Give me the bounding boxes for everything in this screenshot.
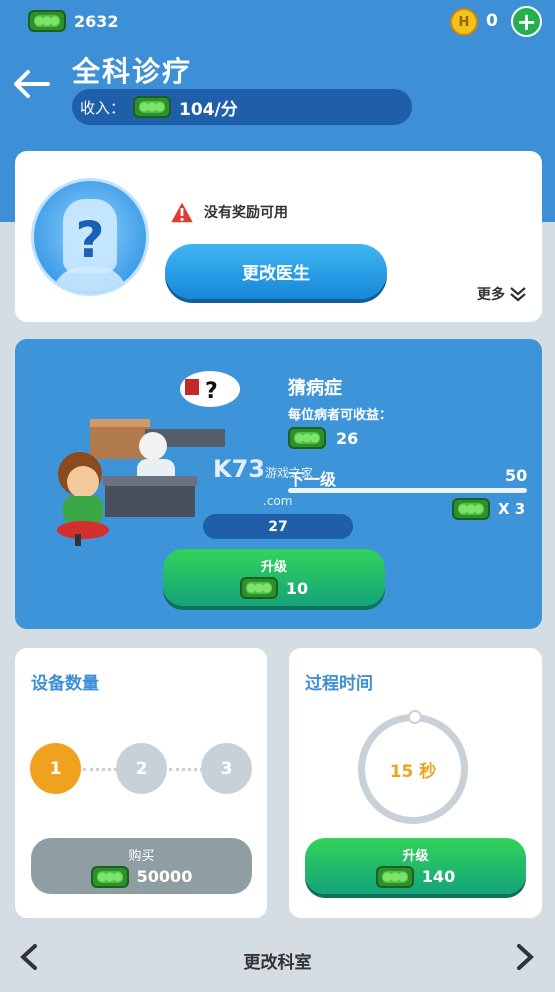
svg-text:?: ? (205, 379, 218, 404)
cash-amount: 2632 (74, 11, 119, 31)
more-label: 更多 (477, 287, 505, 303)
cash-icon (452, 498, 490, 520)
coin-icon: H (450, 8, 478, 36)
equipment-title: 设备数量 (31, 674, 99, 694)
earn-value: 26 (336, 428, 359, 448)
double-chevron-down-icon (510, 287, 526, 302)
doctor-avatar[interactable]: ? (31, 178, 149, 296)
upgrade-cost: 10 (239, 577, 308, 599)
page-title: 全科诊疗 (72, 55, 193, 88)
room-name: 猜病症 (288, 378, 342, 399)
process-time-title: 过程时间 (305, 674, 373, 694)
equipment-card: 设备数量 1 2 3 购买 50000 (15, 648, 267, 918)
equipment-slot-2[interactable]: 2 (116, 743, 167, 794)
room-upgrade-button[interactable]: 升级 10 (163, 549, 385, 606)
upgrade-cost: 140 (375, 865, 455, 888)
process-time-card: 过程时间 15 秒 升级 140 (289, 648, 542, 918)
warning-text: 没有奖励可用 (204, 205, 288, 221)
multiplier: X 3 (452, 498, 525, 520)
cash-icon (239, 577, 278, 599)
earn-per-patient: 26 (288, 427, 358, 449)
process-upgrade-button[interactable]: 升级 140 (305, 838, 526, 894)
room-level: 27 (203, 514, 353, 539)
cash-icon (375, 865, 414, 888)
next-department-icon[interactable] (514, 942, 536, 980)
cash-counter: 2632 (28, 10, 119, 32)
equipment-slot-1[interactable]: 1 (30, 743, 81, 794)
buy-cost: 50000 (90, 865, 192, 888)
cash-icon (288, 427, 326, 449)
income-label: 收入： (80, 98, 126, 117)
change-department-label[interactable]: 更改科室 (0, 948, 555, 973)
back-arrow-icon[interactable] (12, 64, 52, 104)
equipment-slot-3[interactable]: 3 (201, 743, 252, 794)
upgrade-label: 升级 (402, 848, 429, 864)
warning-icon (168, 199, 196, 224)
dotted-connector (83, 768, 117, 771)
next-level-value: 50 (505, 466, 528, 485)
buy-equipment-button[interactable]: 购买 50000 (31, 838, 252, 894)
change-doctor-button[interactable]: 更改医生 (165, 244, 387, 299)
dotted-connector (169, 768, 203, 771)
process-time-value: 15 秒 (389, 761, 437, 782)
add-currency-button[interactable]: + (511, 6, 542, 37)
coin-count: 0 (486, 11, 498, 31)
per-patient-label: 每位病者可收益： (288, 408, 393, 423)
watermark: K73游戏之家 .com (213, 455, 314, 508)
buy-label: 购买 (128, 848, 155, 864)
income-pill: 收入： 104/分 (72, 89, 412, 125)
cash-icon (28, 10, 66, 32)
next-level-bar (288, 488, 527, 493)
doctor-card: ? 没有奖励可用 更改医生 更多 (15, 151, 542, 322)
ring-knob (408, 710, 422, 724)
bottom-nav: 更改科室 (0, 930, 555, 990)
multiplier-value: X 3 (498, 500, 526, 518)
cash-icon (90, 865, 129, 888)
process-time-ring: 15 秒 (358, 714, 468, 824)
no-reward-warning: 没有奖励可用 (168, 199, 288, 225)
question-mark-icon: ? (75, 211, 105, 269)
upgrade-label: 升级 (260, 560, 287, 575)
more-button[interactable]: 更多 (477, 284, 527, 304)
income-value: 104/分 (179, 99, 238, 120)
cash-icon (133, 96, 172, 118)
